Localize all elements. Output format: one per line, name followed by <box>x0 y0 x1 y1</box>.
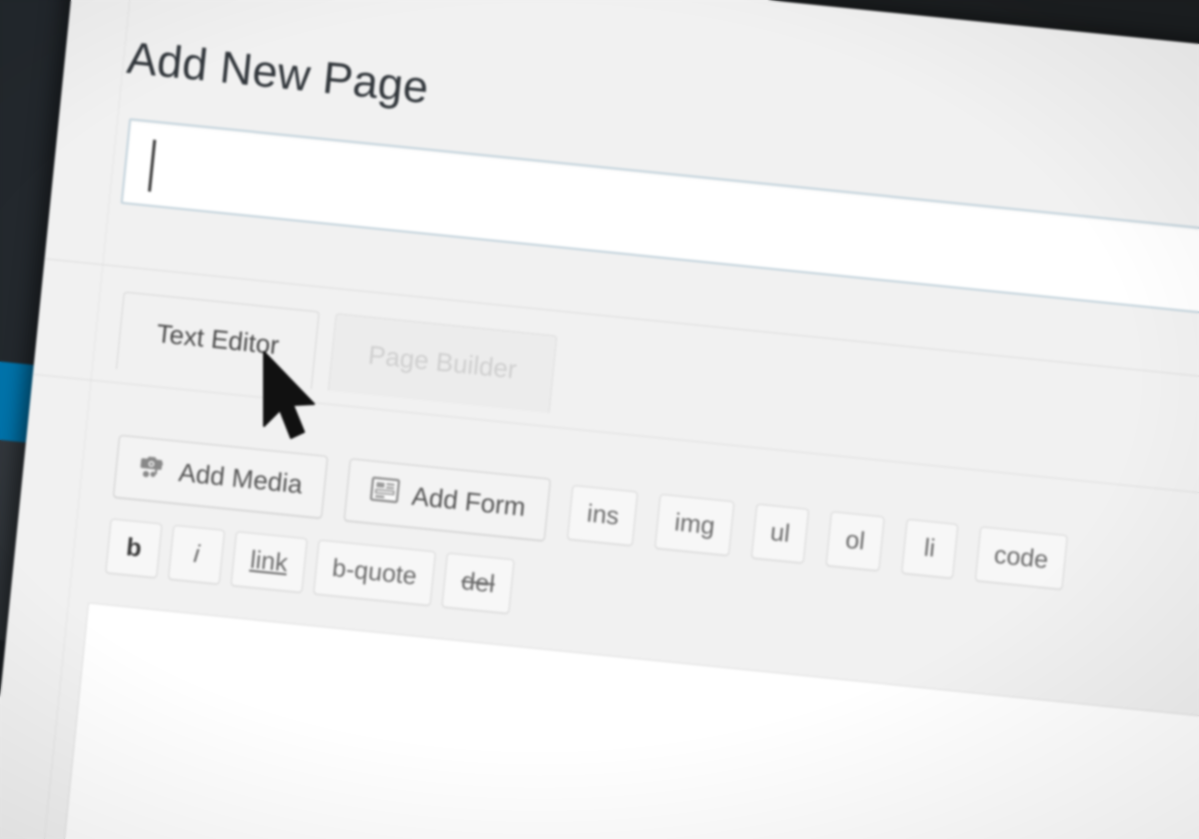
screenshot-stage: ts Add New Page Text Editor Page Builder <box>0 0 1199 839</box>
editor-tabs: Text Editor Page Builder <box>115 291 558 414</box>
content-panel: Add New Page Text Editor Page Builder Ad… <box>0 0 1199 839</box>
quicktag-img[interactable]: img <box>654 493 735 556</box>
quicktag-bold[interactable]: b <box>105 518 163 579</box>
content-textarea[interactable] <box>51 602 1199 839</box>
quicktag-ol[interactable]: ol <box>825 511 885 572</box>
text-caret <box>147 139 157 192</box>
quicktag-blockquote[interactable]: b-quote <box>312 539 437 607</box>
quicktag-ins[interactable]: ins <box>567 484 639 547</box>
quicktag-ul[interactable]: ul <box>750 503 810 564</box>
quicktags-toolbar: b i link b-quote del <box>105 518 515 615</box>
quicktag-italic[interactable]: i <box>167 524 226 585</box>
form-document-icon <box>368 474 401 512</box>
page-title-input[interactable] <box>120 118 1199 329</box>
add-form-label: Add Form <box>410 480 527 523</box>
quicktag-link[interactable]: link <box>230 531 308 593</box>
page-title: Add New Page <box>124 31 432 114</box>
media-camera-note-icon <box>137 451 168 489</box>
quicktag-code[interactable]: code <box>974 526 1068 590</box>
tab-page-builder[interactable]: Page Builder <box>327 312 558 414</box>
add-form-button[interactable]: Add Form <box>343 458 552 542</box>
quicktag-li[interactable]: li <box>900 518 959 579</box>
add-media-button[interactable]: Add Media <box>112 434 329 519</box>
tab-text-editor[interactable]: Text Editor <box>115 291 320 389</box>
add-media-label: Add Media <box>177 457 304 500</box>
quicktag-del[interactable]: del <box>441 552 515 615</box>
